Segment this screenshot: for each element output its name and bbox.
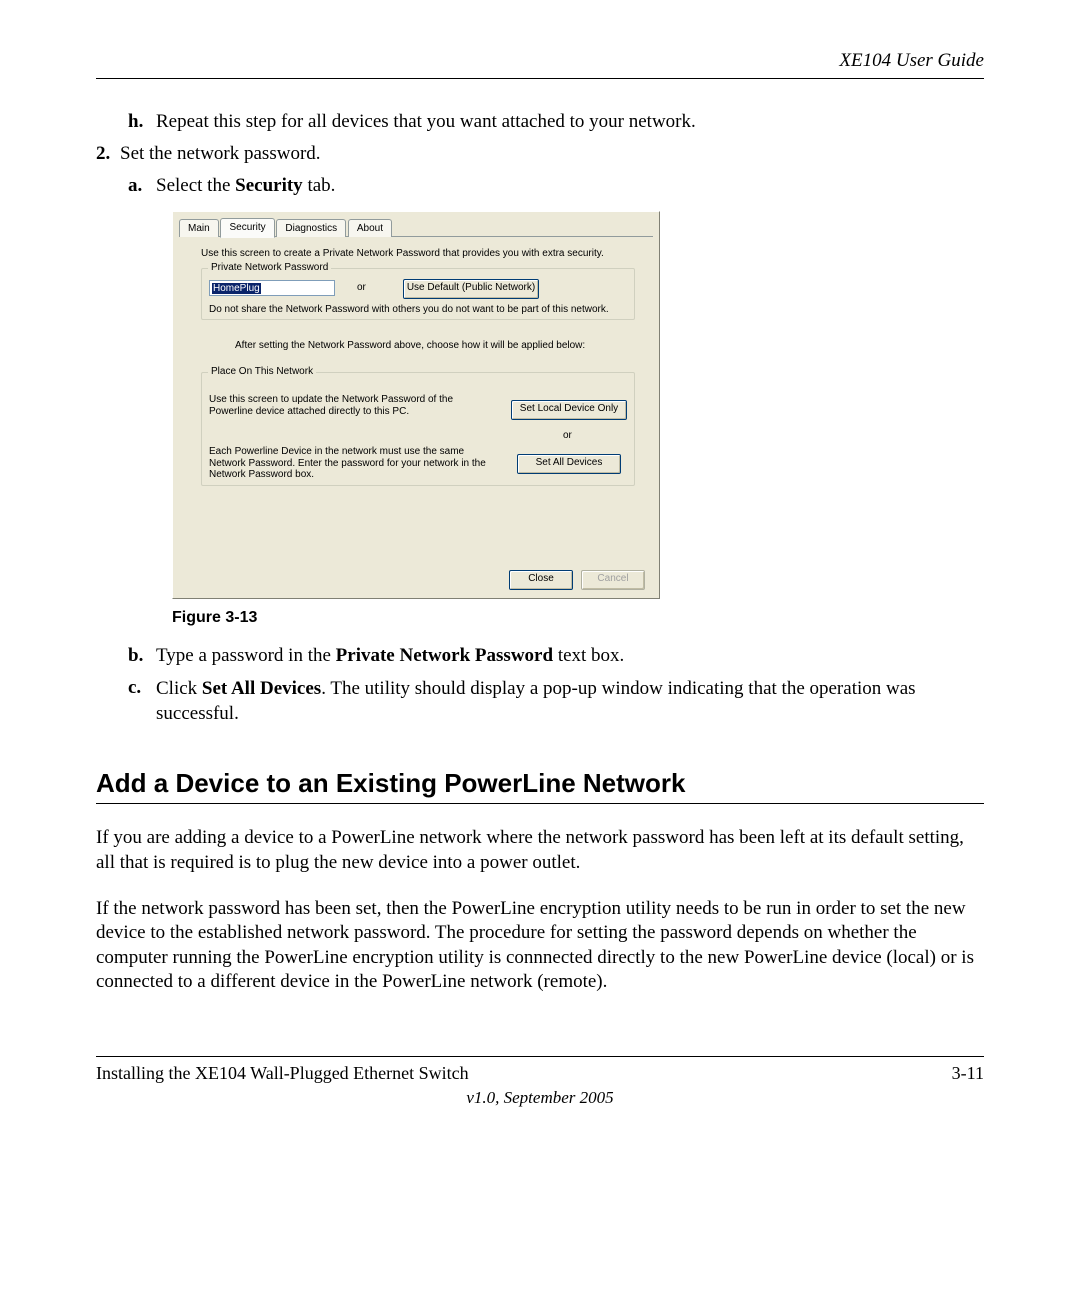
footer-right: 3-11 [952, 1063, 984, 1084]
or-label-1: or [357, 282, 366, 293]
set-all-devices-button[interactable]: Set All Devices [517, 454, 621, 474]
step-2-marker: 2. [96, 143, 120, 165]
step-2a-bold: Security [235, 175, 303, 196]
step-2: 2. Set the network password. [96, 143, 984, 165]
page-header: XE104 User Guide [96, 50, 984, 79]
footer-left: Installing the XE104 Wall-Plugged Ethern… [96, 1063, 469, 1084]
paragraph-2: If the network password has been set, th… [96, 897, 984, 994]
middle-text: After setting the Network Password above… [235, 340, 635, 351]
step-2c-bold: Set All Devices [202, 678, 321, 699]
group1-title: Private Network Password [208, 262, 331, 273]
cancel-button: Cancel [581, 570, 645, 590]
tab-main[interactable]: Main [179, 219, 219, 237]
step-2b-bold: Private Network Password [336, 645, 553, 666]
step-2b-marker: b. [128, 645, 156, 667]
group2-title: Place On This Network [208, 366, 316, 377]
use-default-button[interactable]: Use Default (Public Network) [403, 279, 539, 299]
figure-caption: Figure 3-13 [172, 609, 984, 627]
tab-strip: Main Security Diagnostics About [179, 218, 653, 237]
security-dialog: Main Security Diagnostics About Use this… [172, 211, 660, 599]
page-footer: Installing the XE104 Wall-Plugged Ethern… [96, 1056, 984, 1108]
intro-text: Use this screen to create a Private Netw… [201, 248, 604, 259]
warn-text: Do not share the Network Password with o… [209, 304, 629, 315]
step-2c-prefix: Click [156, 678, 202, 699]
step-2a-suffix: tab. [303, 175, 336, 196]
step-2a-marker: a. [128, 175, 156, 197]
step-h-marker: h. [128, 111, 156, 133]
step-h-text: Repeat this step for all devices that yo… [156, 111, 984, 133]
step-2-text: Set the network password. [120, 143, 984, 165]
figure-3-13: Main Security Diagnostics About Use this… [172, 211, 984, 627]
private-password-input[interactable]: HomePlug [209, 280, 335, 296]
step-2b: b. Type a password in the Private Networ… [128, 645, 984, 667]
close-button[interactable]: Close [509, 570, 573, 590]
tab-about[interactable]: About [348, 219, 392, 237]
step-2c: c. Click Set All Devices. The utility sh… [128, 677, 984, 726]
set-local-device-button[interactable]: Set Local Device Only [511, 400, 627, 420]
step-2b-suffix: text box. [553, 645, 624, 666]
group2-text1: Use this screen to update the Network Pa… [209, 394, 489, 417]
paragraph-1: If you are adding a device to a PowerLin… [96, 826, 984, 875]
or-label-2: or [563, 430, 572, 441]
group2-text2: Each Powerline Device in the network mus… [209, 446, 499, 481]
footer-center: v1.0, September 2005 [96, 1088, 984, 1108]
step-2c-marker: c. [128, 677, 156, 726]
step-2a: a. Select the Security tab. [128, 175, 984, 197]
section-heading: Add a Device to an Existing PowerLine Ne… [96, 768, 984, 804]
private-password-value: HomePlug [212, 283, 261, 294]
tab-diagnostics[interactable]: Diagnostics [276, 219, 346, 237]
step-2a-prefix: Select the [156, 175, 235, 196]
step-2b-prefix: Type a password in the [156, 645, 336, 666]
tab-security[interactable]: Security [220, 218, 274, 238]
step-h: h. Repeat this step for all devices that… [128, 111, 984, 133]
